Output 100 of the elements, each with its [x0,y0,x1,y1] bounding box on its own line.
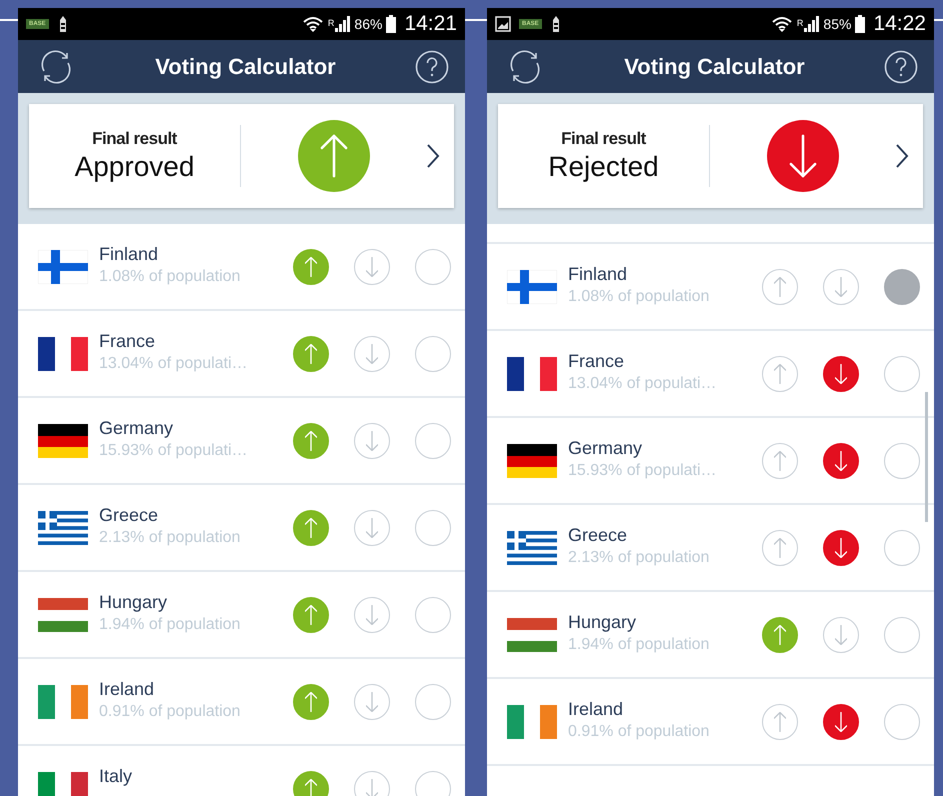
population-share: 1.08% of population [99,268,242,286]
reject-button[interactable] [823,356,859,392]
reject-button[interactable] [823,442,859,478]
arrow-down-icon [835,450,847,470]
country-name: Finland [568,264,628,284]
population-share: 15.93% of populati… [99,442,249,460]
battery-percent: 86% [354,16,382,32]
arrow-up-icon [774,712,786,732]
approve-button[interactable] [293,422,329,458]
flag-icon [38,772,88,796]
country-name: Ireland [568,698,624,720]
flag-icon [38,684,88,718]
arrow-down-icon [366,430,378,450]
battery-percent: 85% [823,16,852,32]
result-card[interactable]: Final result Approved [29,104,454,208]
help-icon[interactable] [415,50,449,84]
approve-button[interactable] [762,356,798,392]
approve-button[interactable] [293,510,329,546]
arrow-down-icon [835,364,847,384]
country-name: France [99,330,156,352]
arrow-up-icon [305,518,317,538]
population-share: 2.13% of population [99,528,242,546]
flag-icon [507,356,557,390]
reject-button[interactable] [823,530,859,566]
roaming-indicator: R [796,18,804,28]
reject-button[interactable] [823,704,859,740]
result-label: Final result [561,129,646,149]
chevron-right-icon [895,143,909,169]
flag-icon [507,444,557,478]
arrow-up-icon [305,604,317,624]
approve-button[interactable] [293,248,329,284]
abstain-button[interactable] [415,770,451,796]
arrow-up-icon [305,692,317,712]
abstain-button[interactable] [415,684,451,720]
flag-icon [507,618,557,652]
approve-button[interactable] [762,704,798,740]
arrow-down-icon [366,344,378,364]
arrow-down-icon [366,256,378,276]
country-name: Hungary [568,612,638,632]
flag-icon [38,336,88,370]
arrow-up-icon [774,450,786,470]
arrow-down-icon [835,538,847,558]
arrow-up-icon [774,538,786,558]
approve-button[interactable] [293,596,329,632]
approve-button[interactable] [762,530,798,566]
signal-icon [334,15,350,33]
arrow-up-icon [305,778,317,796]
abstain-button[interactable] [415,336,451,372]
chevron-right-icon [426,143,440,169]
abstain-button[interactable] [884,442,920,478]
country-name: France [568,350,626,372]
signal-icon [803,15,820,33]
arrow-up-icon [774,364,786,384]
arrow-down-icon [366,518,378,538]
arrow-down-icon [366,692,378,712]
abstain-button[interactable] [415,510,451,546]
flag-icon [38,510,88,544]
arrow-up-icon [774,276,786,296]
wifi-icon [770,15,793,33]
abstain-button[interactable] [415,248,451,284]
approve-button[interactable] [762,268,798,304]
result-card[interactable]: Final result Rejected [498,104,923,208]
country-name: Greece [568,524,628,546]
result-value: Approved [74,151,194,183]
help-icon[interactable] [884,50,918,84]
result-value: Rejected [548,151,659,183]
arrow-up-icon [305,344,317,364]
country-name: Italy [99,766,134,786]
approve-button[interactable] [293,684,329,720]
wifi-icon [302,15,324,33]
population-share: 13.04% of populati… [568,374,718,392]
approve-button[interactable] [293,770,329,796]
scrollbar-thumb[interactable] [925,392,928,522]
arrow-down-icon [835,712,847,732]
battery-icon [386,15,396,33]
country-name: Germany [568,438,644,458]
approve-button[interactable] [762,616,798,652]
image-icon [495,16,511,32]
approve-button[interactable] [293,336,329,372]
abstain-button[interactable] [884,616,920,652]
app-title: Voting Calculator [155,54,336,80]
app-title: Voting Calculator [624,54,805,80]
clock-time: 14:22 [873,12,926,36]
result-label: Final result [92,129,177,149]
flag-icon [507,530,557,564]
abstain-button[interactable] [884,704,920,740]
battery-icon [855,15,866,33]
country-name: Hungary [99,592,168,612]
approve-button[interactable] [762,442,798,478]
flag-icon [38,598,88,632]
abstain-button[interactable] [415,422,451,458]
population-share: 2.13% of population [568,548,710,566]
abstain-button[interactable] [884,530,920,566]
abstain-button[interactable] [884,356,920,392]
country-name: Germany [99,418,174,438]
population-share: 1.08% of population [568,288,710,306]
abstain-button[interactable] [884,268,920,304]
country-name: Finland [99,244,160,264]
abstain-button[interactable] [415,596,451,632]
roaming-indicator: R [328,18,334,28]
